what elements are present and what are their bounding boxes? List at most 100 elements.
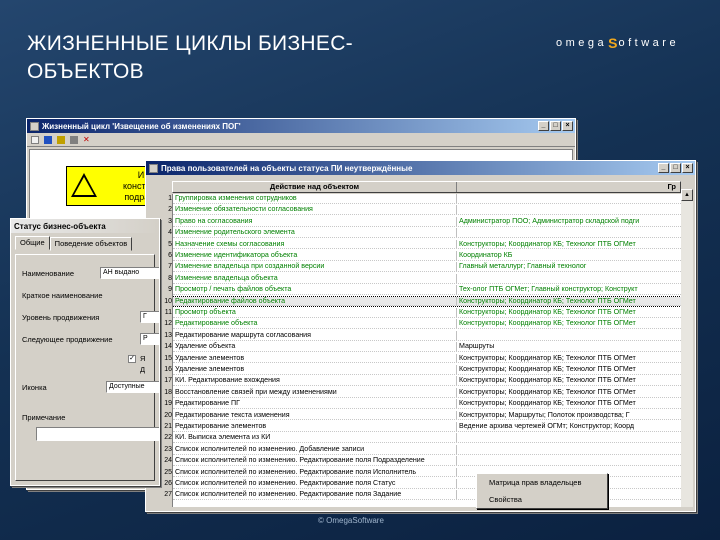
table-row[interactable]: Редактирование файлов объекта Конструктор… <box>173 295 682 308</box>
menu-item-owner-matrix[interactable]: Матрица прав владельцев <box>477 474 607 491</box>
table-row[interactable]: Просмотр / печать файлов объекта Тех-олог… <box>173 285 682 296</box>
row-number: 9 <box>168 286 172 294</box>
table-row[interactable]: Удаление объекта Маршруты <box>173 342 682 353</box>
arrow-icon[interactable] <box>70 135 78 144</box>
row-action: Удаление элементов <box>173 365 457 374</box>
row-roles <box>457 331 682 340</box>
logo-text-right: oftware <box>618 37 680 49</box>
delete-icon[interactable]: ✕ <box>83 135 90 144</box>
checkbox-1[interactable]: ✓ <box>128 355 136 363</box>
table-row[interactable]: Изменение родительского элемента <box>173 228 682 239</box>
row-action: Изменение владельца при созданной версии <box>173 262 457 272</box>
scroll-up-icon[interactable]: ▲ <box>681 189 693 201</box>
table-row[interactable]: Изменение обязательности согласования <box>173 205 682 216</box>
row-number: 4 <box>168 229 172 237</box>
table-row[interactable]: Список исполнителей по изменению. Редакт… <box>173 456 682 467</box>
row-number: 23 <box>164 445 172 453</box>
row-action: КИ. Редактирование вхождения <box>173 376 457 386</box>
row-roles <box>457 445 682 454</box>
table-row[interactable]: Редактирование ПГ Конструкторы; Координат… <box>173 399 682 410</box>
table-row[interactable]: Редактирование элементов Ведение архива ч… <box>173 422 682 432</box>
row-action: Список исполнителей по изменению. Редакт… <box>173 467 457 477</box>
table-row[interactable]: Список исполнителей по изменению. Добавл… <box>173 444 682 455</box>
name-field[interactable]: АН выдано <box>100 267 159 279</box>
table-row[interactable]: Группировка изменения сотрудников <box>173 194 682 204</box>
table-row[interactable]: Изменение владельца при созданной версии… <box>173 262 682 273</box>
lifecycle-titlebar[interactable]: Жизненный цикл 'Извещение об изменениях … <box>27 119 575 133</box>
properties-titlebar[interactable]: Статус бизнес-объекта <box>11 219 159 233</box>
level-field[interactable]: Г <box>140 311 159 323</box>
row-number: 7 <box>168 263 172 271</box>
edit-icon[interactable] <box>44 135 52 144</box>
row-number: 15 <box>164 354 172 362</box>
row-number: 22 <box>164 434 172 442</box>
row-action: Группировка изменения сотрудников <box>173 194 457 203</box>
row-roles: Координатор КБ <box>459 251 513 259</box>
col-action-header[interactable]: Действие над объектом <box>173 182 457 192</box>
table-row[interactable]: КИ. Выписка элемента из КИ <box>173 433 682 444</box>
table-row[interactable]: Редактирование объекта Конструкторы; Коор… <box>173 319 682 330</box>
menu-item-properties[interactable]: Свойства <box>477 491 607 508</box>
row-number: 5 <box>168 240 172 248</box>
row-roles: Конструкторы; Координатор КБ; Технолог П… <box>459 239 636 248</box>
table-row[interactable]: Удаление элементов Конструкторы; Координа… <box>173 353 682 364</box>
rights-window: Права пользователей на объекты статуса П… <box>145 160 696 512</box>
folder-icon[interactable] <box>57 135 65 144</box>
row-number: 17 <box>164 377 172 385</box>
logo-text-left: omega <box>556 37 608 49</box>
warning-icon <box>71 173 97 197</box>
row-number: 27 <box>164 491 172 499</box>
vertical-scrollbar[interactable]: ▲ <box>681 189 693 507</box>
row-roles: Конструкторы; Координатор КБ; Технолог П… <box>459 387 636 396</box>
slide-title: ЖИЗНЕННЫЕ ЦИКЛЫ БИЗНЕС-ОБЪЕКТОВ <box>27 32 353 83</box>
note-field[interactable] <box>36 427 159 441</box>
table-row[interactable]: КИ. Редактирование вхождения Конструкторы… <box>173 376 682 387</box>
row-number: 1 <box>168 195 172 202</box>
row-action: Восстановление связей при между изменени… <box>173 387 457 397</box>
rights-titlebar[interactable]: Права пользователей на объекты статуса П… <box>146 161 695 175</box>
close-button[interactable]: × <box>682 163 693 173</box>
table-row[interactable]: Право на согласования Администратор ПОО; … <box>173 216 682 227</box>
field-label-icon: Иконка <box>22 383 47 392</box>
new-icon[interactable] <box>31 135 39 144</box>
table-row[interactable]: Редактирование маршрута согласования <box>173 330 682 341</box>
next-field[interactable]: Р <box>140 333 159 345</box>
row-number: 21 <box>164 423 172 430</box>
table-row[interactable]: Просмотр объекта Конструкторы; Координато… <box>173 308 682 318</box>
table-row[interactable]: Назначение схемы согласования Конструктор… <box>173 239 682 250</box>
maximize-button[interactable]: □ <box>670 163 681 173</box>
lifecycle-title: Жизненный цикл 'Извещение об изменениях … <box>42 121 241 131</box>
tab-behavior[interactable]: Поведение объектов <box>49 237 133 251</box>
logo-swoosh-icon: S <box>608 35 618 51</box>
table-row[interactable]: Восстановление связей при между изменени… <box>173 387 682 398</box>
table-row[interactable]: Редактирование текста изменения Конструкт… <box>173 410 682 421</box>
field-label-level: Уровень продвижения <box>22 313 100 322</box>
properties-tab-body: Наименование АН выдано Краткое наименова… <box>15 254 159 481</box>
lifecycle-toolbar: ✕ <box>27 133 575 147</box>
row-roles: Администратор ПОО; Администратор складск… <box>459 216 640 225</box>
maximize-button[interactable]: □ <box>550 121 561 131</box>
row-roles <box>457 205 682 214</box>
table-row[interactable]: Изменение владельца объекта <box>173 273 682 284</box>
minimize-button[interactable]: _ <box>538 121 549 131</box>
checkbox-2-label: Д <box>140 365 146 374</box>
row-number: 25 <box>164 468 172 476</box>
field-label-note: Примечание <box>22 413 66 422</box>
row-roles <box>457 456 682 465</box>
footer-copyright: © OmegaSoftware <box>318 516 384 525</box>
row-number: 10 <box>164 297 172 305</box>
row-roles: Конструкторы; Координатор КБ; Технолог П… <box>459 365 636 373</box>
context-menu: Матрица прав владельцев Свойства <box>476 473 608 509</box>
row-action: Список исполнителей по изменению. Редакт… <box>173 490 457 500</box>
row-number: 12 <box>164 320 172 328</box>
row-number: 3 <box>168 217 172 225</box>
icon-dropdown[interactable]: Доступные <box>106 381 159 393</box>
table-row[interactable]: Удаление элементов Конструкторы; Координа… <box>173 365 682 375</box>
tab-general[interactable]: Общие <box>15 236 50 250</box>
row-roles <box>457 228 682 237</box>
minimize-button[interactable]: _ <box>658 163 669 173</box>
grid-icon <box>149 163 158 173</box>
col-roles-header[interactable]: Гр <box>457 182 680 192</box>
table-row[interactable]: Изменение идентификатора объекта Координа… <box>173 251 682 261</box>
close-button[interactable]: × <box>562 121 573 131</box>
